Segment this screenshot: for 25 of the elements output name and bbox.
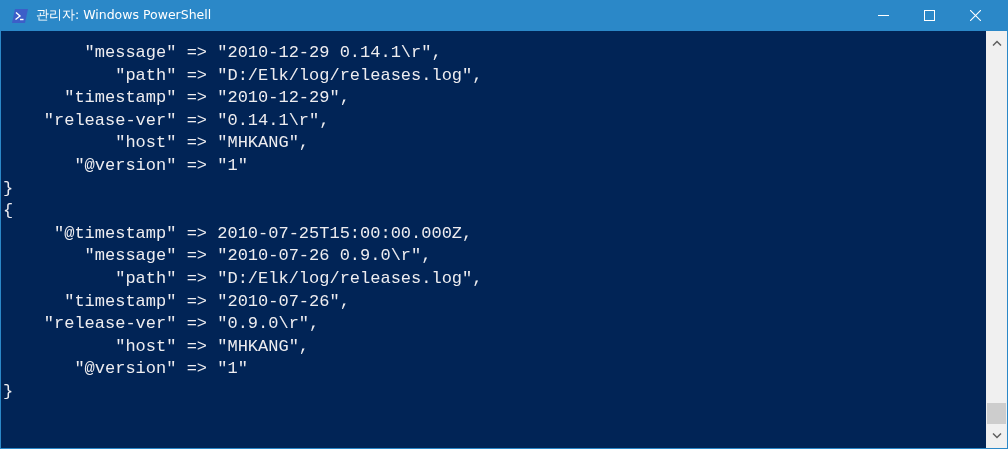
console-line: } xyxy=(3,380,15,403)
scroll-up-icon[interactable] xyxy=(991,40,1002,46)
console-line: "@version" => "1" xyxy=(73,358,249,381)
close-icon xyxy=(969,10,981,21)
maximize-icon xyxy=(923,10,935,21)
console-line: "release-ver" => "0.9.0\r", xyxy=(42,313,321,336)
console-line: } xyxy=(3,177,15,200)
minimize-icon xyxy=(877,15,889,16)
powershell-icon xyxy=(12,8,28,23)
console-line: "@version" => "1" xyxy=(73,154,249,177)
scroll-down-icon[interactable] xyxy=(991,433,1002,439)
console-line: "path" => "D:/Elk/log/releases.log", xyxy=(114,64,484,87)
console-line: "timestamp" => "2010-12-29", xyxy=(63,87,351,110)
console-line: "host" => "MHKANG", xyxy=(114,132,311,155)
console-line: "@timestamp" => 2010-07-25T15:00:00.000Z, xyxy=(53,222,474,245)
scroll-thumb[interactable] xyxy=(987,403,1006,424)
console-line: { xyxy=(3,200,15,223)
console-line: "message" => "2010-12-29 0.14.1\r", xyxy=(83,42,443,64)
console-line: "message" => "2010-07-26 0.9.0\r", xyxy=(83,245,433,268)
window-title: 관리자: Windows PowerShell xyxy=(36,7,212,24)
scrollbar[interactable] xyxy=(986,31,1007,448)
console-line: "release-ver" => "0.14.1\r", xyxy=(42,109,331,132)
console-line: "host" => "MHKANG", xyxy=(114,335,311,358)
console-line: "path" => "D:/Elk/log/releases.log", xyxy=(114,267,484,290)
console-line: "timestamp" => "2010-07-26", xyxy=(63,290,351,313)
